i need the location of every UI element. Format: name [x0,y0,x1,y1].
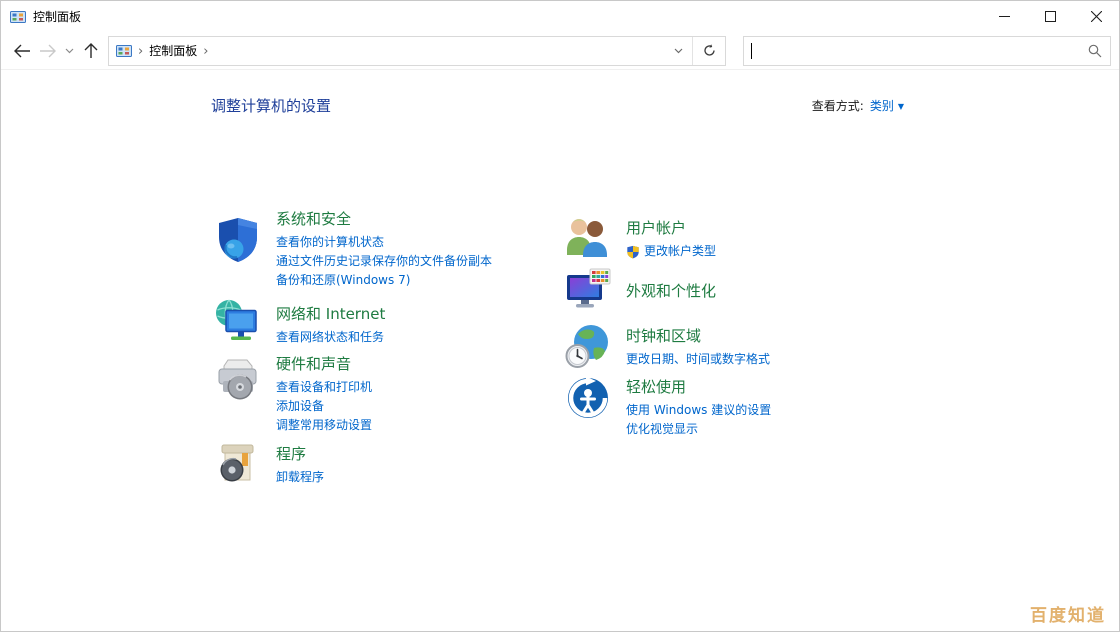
network-globe-monitor-icon [214,298,262,346]
two-users-icon [564,214,612,262]
task-link-add-device[interactable]: 添加设备 [276,397,372,416]
category-clock-region: 时钟和区域 更改日期、时间或数字格式 [564,322,770,370]
recent-pages-dropdown[interactable] [61,36,78,66]
minimize-icon [999,11,1010,22]
view-by-label: 查看方式: [812,97,864,114]
task-link-devices-printers[interactable]: 查看设备和打印机 [276,378,372,397]
control-panel-icon [10,9,26,25]
category-title-user-accounts[interactable]: 用户帐户 [626,217,716,238]
task-link-mobility-settings[interactable]: 调整常用移动设置 [276,416,372,435]
navigation-toolbar: › 控制面板 › [1,32,1119,70]
back-button[interactable] [9,36,35,66]
category-system-security: 系统和安全 查看你的计算机状态 通过文件历史记录保存你的文件备份副本 备份和还原… [214,208,492,290]
control-panel-icon [116,43,132,59]
forward-arrow-icon [39,44,57,58]
refresh-button[interactable] [692,37,725,65]
task-link-change-account-type[interactable]: 更改帐户类型 [626,242,716,261]
category-hardware-sound: 硬件和声音 查看设备和打印机 添加设备 调整常用移动设置 [214,353,372,435]
refresh-icon [703,44,716,57]
chevron-down-icon [674,48,683,54]
control-panel-window: 控制面板 [0,0,1120,632]
printer-disc-icon [214,356,262,404]
back-arrow-icon [13,44,31,58]
category-appearance-personalization: 外观和个性化 [564,266,716,314]
window-title: 控制面板 [33,8,81,25]
chevron-down-icon: ▼ [898,100,904,111]
category-title-clock-region[interactable]: 时钟和区域 [626,325,770,346]
task-link-file-history[interactable]: 通过文件历史记录保存你的文件备份副本 [276,252,492,271]
maximize-button[interactable] [1027,1,1073,32]
search-box[interactable] [743,36,1111,66]
category-network-internet: 网络和 Internet 查看网络状态和任务 [214,298,385,347]
address-dropdown-button[interactable] [664,37,692,65]
search-icon[interactable] [1088,44,1102,58]
title-bar: 控制面板 [1,1,1119,32]
task-link-optimize-visual-display[interactable]: 优化视觉显示 [626,420,771,439]
uac-shield-icon [626,245,640,259]
category-title-appearance-personalization[interactable]: 外观和个性化 [626,280,716,301]
category-programs: 程序 卸载程序 [214,440,324,488]
task-link-suggested-settings[interactable]: 使用 Windows 建议的设置 [626,401,771,420]
task-link-network-status[interactable]: 查看网络状态和任务 [276,328,385,347]
breadcrumb-chevron-icon[interactable]: › [203,44,208,58]
security-shield-icon [214,216,262,264]
page-title: 调整计算机的设置 [211,95,331,116]
category-user-accounts: 用户帐户 更改帐户类型 [564,214,716,262]
view-by-dropdown[interactable]: 类别 ▼ [870,97,904,114]
forward-button[interactable] [35,36,61,66]
task-link-change-date-time[interactable]: 更改日期、时间或数字格式 [626,350,770,369]
monitor-palette-icon [564,266,612,314]
minimize-button[interactable] [981,1,1027,32]
task-link-uninstall-program[interactable]: 卸载程序 [276,468,324,487]
baidu-zhidao-watermark: 百度知道 [1030,601,1106,626]
control-panel-home: 调整计算机的设置 查看方式: 类别 ▼ 系统和安全 查看你的计算机状态 通过文件… [1,70,1119,631]
close-icon [1091,11,1102,22]
view-by-value: 类别 [870,97,894,114]
maximize-icon [1045,11,1056,22]
category-title-programs[interactable]: 程序 [276,443,324,464]
breadcrumb-control-panel[interactable]: 控制面板 [149,42,197,59]
category-title-network-internet[interactable]: 网络和 Internet [276,303,385,324]
ease-of-access-icon [564,374,612,422]
view-by-control: 查看方式: 类别 ▼ [812,97,904,114]
chevron-down-icon [65,48,74,54]
close-button[interactable] [1073,1,1119,32]
program-box-cd-icon [214,440,262,488]
up-button[interactable] [78,36,104,66]
search-input[interactable] [752,38,1080,64]
address-bar[interactable]: › 控制面板 › [108,36,726,66]
category-ease-of-access: 轻松使用 使用 Windows 建议的设置 优化视觉显示 [564,374,771,439]
breadcrumb-chevron-icon: › [138,44,143,58]
task-link-label: 更改帐户类型 [644,242,716,261]
category-title-system-security[interactable]: 系统和安全 [276,208,492,229]
category-title-hardware-sound[interactable]: 硬件和声音 [276,353,372,374]
up-arrow-icon [84,43,98,59]
category-title-ease-of-access[interactable]: 轻松使用 [626,376,771,397]
task-link-security-status[interactable]: 查看你的计算机状态 [276,233,492,252]
task-link-backup-restore[interactable]: 备份和还原(Windows 7) [276,271,492,290]
globe-clock-icon [564,322,612,370]
